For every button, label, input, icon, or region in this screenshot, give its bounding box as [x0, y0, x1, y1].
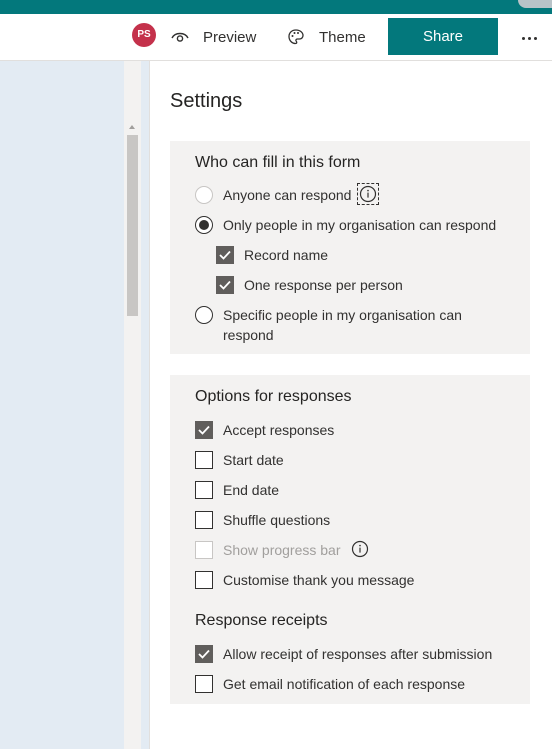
customise-thank-you-label: Customise thank you message	[223, 572, 415, 588]
eye-icon	[171, 32, 189, 42]
email-notification-checkbox[interactable]	[195, 675, 213, 693]
specific-people-label-line1: Specific people in my organisation can	[223, 307, 462, 323]
who-can-fill-title: Who can fill in this form	[195, 154, 361, 171]
specific-people-label-line2: respond	[223, 327, 274, 343]
dot	[521, 36, 525, 40]
who-can-fill-section: Who can fill in this form Anyone can res…	[170, 141, 530, 354]
customise-thank-you-checkbox[interactable]	[195, 571, 213, 589]
anyone-radio[interactable]	[195, 186, 213, 204]
start-date-option[interactable]: Start date	[195, 450, 284, 470]
settings-title: Settings	[170, 90, 243, 112]
theme-label: Theme	[319, 28, 366, 46]
scroll-up-arrow-icon[interactable]	[129, 125, 135, 129]
shuffle-questions-label: Shuffle questions	[223, 512, 331, 528]
only-org-label: Only people in my organisation can respo…	[223, 217, 497, 233]
one-response-option[interactable]: One response per person	[216, 275, 403, 295]
dot	[527, 36, 531, 40]
theme-button[interactable]: Theme	[287, 14, 366, 60]
options-section: Options for responses Accept responses S…	[170, 375, 530, 704]
shuffle-questions-checkbox[interactable]	[195, 511, 213, 529]
response-receipts-title: Response receipts	[195, 612, 328, 629]
accept-responses-checkbox[interactable]	[195, 421, 213, 439]
scrollbar-thumb[interactable]	[127, 135, 138, 316]
end-date-label: End date	[223, 482, 280, 498]
start-date-label: Start date	[223, 452, 284, 468]
user-avatar[interactable]: PS	[132, 23, 156, 47]
only-org-option[interactable]: Only people in my organisation can respo…	[195, 215, 496, 235]
specific-people-radio[interactable]	[195, 306, 213, 324]
end-date-checkbox[interactable]	[195, 481, 213, 499]
top-brand-bar	[0, 0, 552, 14]
anyone-can-respond-option[interactable]: Anyone can respond	[195, 183, 380, 205]
share-button[interactable]: Share	[388, 18, 498, 55]
info-icon[interactable]	[351, 540, 369, 558]
preview-label: Preview	[203, 28, 257, 46]
profile-picture-partial[interactable]	[518, 0, 552, 8]
show-progress-bar-label: Show progress bar	[223, 542, 341, 558]
accept-responses-label: Accept responses	[223, 422, 335, 438]
info-icon[interactable]	[357, 183, 380, 205]
accept-responses-option[interactable]: Accept responses	[195, 420, 334, 440]
more-options-icon[interactable]	[519, 28, 539, 48]
options-title: Options for responses	[195, 388, 352, 405]
customise-thank-you-option[interactable]: Customise thank you message	[195, 570, 414, 590]
email-notification-label: Get email notification of each response	[223, 676, 466, 692]
email-notification-option[interactable]: Get email notification of each response	[195, 674, 465, 694]
record-name-checkbox[interactable]	[216, 246, 234, 264]
record-name-label: Record name	[244, 247, 329, 263]
shuffle-questions-option[interactable]: Shuffle questions	[195, 510, 330, 530]
only-org-radio[interactable]	[195, 216, 213, 234]
checkmark-icon	[198, 649, 210, 659]
checkmark-icon	[219, 280, 231, 290]
specific-people-option[interactable]: Specific people in my organisation can r…	[195, 305, 462, 345]
dot	[533, 36, 537, 40]
pane-divider	[149, 61, 150, 749]
allow-receipt-checkbox[interactable]	[195, 645, 213, 663]
preview-button[interactable]: Preview	[171, 14, 256, 60]
form-header-toolbar: PS Preview Theme Share	[0, 14, 552, 61]
one-response-checkbox[interactable]	[216, 276, 234, 294]
one-response-label: One response per person	[244, 277, 403, 293]
record-name-option[interactable]: Record name	[216, 245, 328, 265]
specific-people-label: Specific people in my organisation can r…	[223, 305, 462, 345]
anyone-label: Anyone can respond	[223, 187, 352, 203]
checkmark-icon	[198, 425, 210, 435]
start-date-checkbox[interactable]	[195, 451, 213, 469]
allow-receipt-label: Allow receipt of responses after submiss…	[223, 646, 493, 662]
end-date-option[interactable]: End date	[195, 480, 279, 500]
show-progress-bar-option: Show progress bar	[195, 540, 369, 560]
show-progress-bar-checkbox	[195, 541, 213, 559]
allow-receipt-option[interactable]: Allow receipt of responses after submiss…	[195, 644, 492, 664]
checkmark-icon	[219, 250, 231, 260]
palette-icon	[288, 29, 304, 45]
